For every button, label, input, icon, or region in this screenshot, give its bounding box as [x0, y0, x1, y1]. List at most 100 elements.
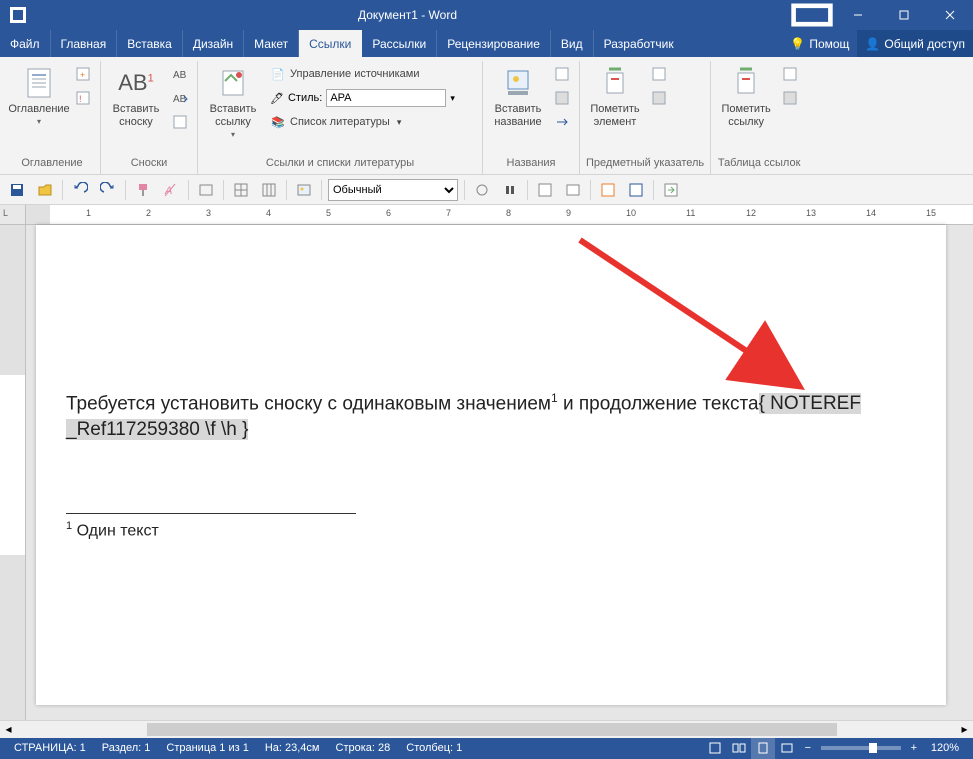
share-icon: 👤: [865, 37, 880, 51]
table-props-button[interactable]: [258, 179, 280, 201]
group-citations-label: Ссылки и списки литературы: [204, 156, 476, 174]
mark-citation-button[interactable]: Пометить ссылку: [717, 63, 775, 131]
close-button[interactable]: [927, 0, 973, 30]
save-button[interactable]: [6, 179, 28, 201]
status-section[interactable]: Раздел: 1: [94, 742, 159, 754]
mark-citation-label: Пометить ссылку: [719, 103, 773, 129]
macro-record-button[interactable]: [471, 179, 493, 201]
zoom-level[interactable]: 120%: [923, 742, 967, 754]
zoom-out-button[interactable]: −: [799, 742, 817, 754]
scroll-right-button[interactable]: ▸: [956, 721, 973, 738]
mark-entry-icon: [601, 65, 629, 101]
status-at[interactable]: На: 23,4см: [257, 742, 328, 754]
undo-button[interactable]: [69, 179, 91, 201]
bulb-icon: 💡: [790, 37, 805, 51]
toc-label: Оглавление: [8, 103, 69, 116]
update-table-button[interactable]: [551, 87, 573, 109]
show-notes-button[interactable]: [169, 111, 191, 133]
toc-button[interactable]: Оглавление ▾: [10, 63, 68, 128]
bibliography-label: Список литературы: [290, 116, 390, 128]
tab-references[interactable]: Ссылки: [299, 30, 362, 57]
footnote-ref: 1: [551, 391, 558, 405]
vertical-ruler[interactable]: [0, 225, 26, 720]
tab-file[interactable]: Файл: [0, 30, 51, 57]
maximize-button[interactable]: [881, 0, 927, 30]
svg-text:AB: AB: [173, 70, 187, 81]
insert-footnote-label: Вставить сноску: [109, 103, 163, 129]
scroll-left-button[interactable]: ◂: [0, 721, 17, 738]
tab-view[interactable]: Вид: [551, 30, 594, 57]
group-toc-label: Оглавление: [10, 156, 94, 174]
ribbon-display-options[interactable]: [789, 0, 835, 30]
group-authorities: Пометить ссылку Таблица ссылок: [711, 61, 807, 174]
minimize-button[interactable]: [835, 0, 881, 30]
scroll-track[interactable]: [17, 721, 956, 738]
update-toa-button[interactable]: [779, 87, 801, 109]
manage-sources-button[interactable]: 📄Управление источниками: [266, 63, 476, 85]
insert-endnote-button[interactable]: AB: [169, 63, 191, 85]
update-toc-button[interactable]: !: [72, 87, 94, 109]
footnote-icon: AB1: [118, 65, 153, 101]
page[interactable]: Требуется установить сноску с одинаковым…: [36, 225, 946, 705]
tab-layout[interactable]: Макет: [244, 30, 299, 57]
update-index-button[interactable]: [648, 87, 670, 109]
group-toc: Оглавление ▾ + ! Оглавление: [4, 61, 101, 174]
tab-mailings[interactable]: Рассылки: [362, 30, 437, 57]
add-text-button[interactable]: +: [72, 63, 94, 85]
tab-review[interactable]: Рецензирование: [437, 30, 551, 57]
share-button[interactable]: 👤Общий доступ: [857, 30, 973, 57]
status-line[interactable]: Строка: 28: [328, 742, 399, 754]
cross-reference-button[interactable]: [551, 111, 573, 133]
style-select[interactable]: Обычный: [328, 179, 458, 201]
manage-sources-label: Управление источниками: [290, 68, 419, 80]
insert-citation-button[interactable]: Вставить ссылку ▾: [204, 63, 262, 141]
mark-entry-button[interactable]: Пометить элемент: [586, 63, 644, 131]
q-btn-1[interactable]: [534, 179, 556, 201]
tab-insert[interactable]: Вставка: [117, 30, 183, 57]
tab-developer[interactable]: Разработчик: [594, 30, 684, 57]
macro-pause-button[interactable]: [499, 179, 521, 201]
format-painter-button[interactable]: [132, 179, 154, 201]
group-footnotes: AB1 Вставить сноску AB AB Сноски: [101, 61, 198, 174]
app-icon: [10, 7, 26, 23]
q-btn-3[interactable]: [597, 179, 619, 201]
zoom-slider[interactable]: [821, 746, 901, 750]
insert-footnote-button[interactable]: AB1 Вставить сноску: [107, 63, 165, 131]
insert-index-button[interactable]: [648, 63, 670, 85]
status-pageof[interactable]: Страница 1 из 1: [158, 742, 256, 754]
mark-entry-label: Пометить элемент: [588, 103, 642, 129]
q-btn-2[interactable]: [562, 179, 584, 201]
footnote[interactable]: 1 Один текст: [66, 520, 916, 540]
redo-button[interactable]: [97, 179, 119, 201]
table-button[interactable]: [230, 179, 252, 201]
style-icon: 🖊: [270, 92, 284, 105]
tab-design[interactable]: Дизайн: [183, 30, 244, 57]
insert-tof-button[interactable]: [551, 63, 573, 85]
picture-button[interactable]: [293, 179, 315, 201]
zoom-thumb[interactable]: [869, 743, 877, 753]
status-col[interactable]: Столбец: 1: [398, 742, 470, 754]
q-btn-4[interactable]: [625, 179, 647, 201]
tell-me[interactable]: 💡Помощ: [782, 30, 857, 57]
body-text[interactable]: Требуется установить сноску с одинаковым…: [66, 385, 916, 443]
insert-caption-button[interactable]: Вставить название: [489, 63, 547, 131]
bibliography-button[interactable]: 📚Список литературы▾: [266, 111, 476, 133]
caption-icon: [504, 65, 532, 101]
horizontal-ruler[interactable]: L 123456789101112131415: [0, 205, 973, 225]
open-button[interactable]: [34, 179, 56, 201]
horizontal-scrollbar[interactable]: ◂ ▸: [0, 720, 973, 737]
scroll-thumb[interactable]: [147, 723, 837, 736]
clear-formatting-button[interactable]: A: [160, 179, 182, 201]
citation-style-select[interactable]: [326, 89, 446, 107]
insert-citation-label: Вставить ссылку: [206, 103, 260, 129]
zoom-in-button[interactable]: +: [905, 742, 923, 754]
tab-home[interactable]: Главная: [51, 30, 118, 57]
q-btn-5[interactable]: [660, 179, 682, 201]
insert-toa-button[interactable]: [779, 63, 801, 85]
chevron-down-icon: ▾: [37, 117, 41, 126]
next-footnote-button[interactable]: AB: [169, 87, 191, 109]
style-label: Стиль:: [288, 92, 322, 104]
status-page[interactable]: СТРАНИЦА: 1: [6, 742, 94, 754]
show-all-button[interactable]: [195, 179, 217, 201]
chevron-down-icon[interactable]: ▾: [450, 93, 455, 104]
